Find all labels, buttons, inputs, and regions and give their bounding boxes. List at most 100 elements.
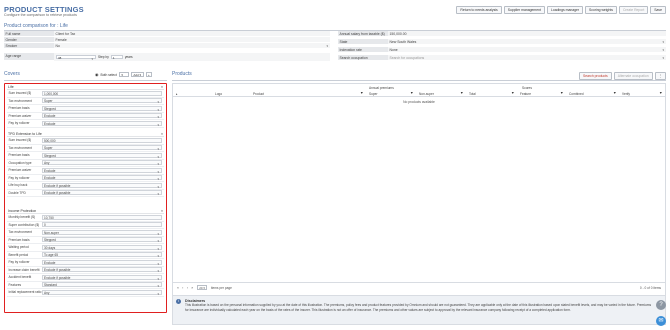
cover-row: Monthly benefit ($) 10,750 xyxy=(7,214,164,222)
cover-row: Double TPD Exclude if possible ▾ xyxy=(7,190,164,197)
filter-icon[interactable]: ▼ xyxy=(360,91,364,95)
chevron-down-icon: ▾ xyxy=(157,184,159,189)
double-tpd-select[interactable]: Exclude if possible ▾ xyxy=(42,190,162,197)
close-icon[interactable]: × xyxy=(161,132,163,136)
sum-insured-input[interactable]: 500,000 xyxy=(42,137,162,143)
features-select[interactable]: Standard ▾ xyxy=(42,282,162,288)
first-page-icon[interactable]: « xyxy=(177,286,179,290)
items-per-page-label: items per page xyxy=(210,285,232,290)
age-from-input[interactable]: 38 ▾ xyxy=(56,54,96,61)
indexation-select[interactable]: None ▾ xyxy=(388,47,666,53)
app-window: PRODUCT SETTINGS Configure the compariso… xyxy=(0,0,670,330)
pay-by-rollover-select[interactable]: Exclude ▾ xyxy=(42,120,162,127)
supplier-management-button[interactable]: Supplier management xyxy=(503,6,545,15)
last-page-icon[interactable]: » xyxy=(191,286,193,290)
page-size-select[interactable]: 20 ▾ xyxy=(196,285,208,290)
cover-row: Premium basis Stepped ▾ xyxy=(7,237,164,244)
chevron-down-icon: ▾ xyxy=(157,192,159,197)
select-value: Exclude xyxy=(44,176,56,181)
replacement-ratio-select[interactable]: Any ▾ xyxy=(42,289,162,296)
filter-icon[interactable]: ▼ xyxy=(460,91,464,95)
column-product[interactable]: Product xyxy=(253,92,264,96)
premium-waiver-select[interactable]: Exclude ▾ xyxy=(42,113,162,119)
cover-row-label: Premium basis xyxy=(8,153,30,158)
occupation-type-select[interactable]: Any ▾ xyxy=(42,160,162,166)
monthly-benefit-input[interactable]: 10,750 xyxy=(42,214,162,220)
search-occupation-input[interactable]: Search for occupations ▾ xyxy=(388,55,666,61)
benefit-period-select[interactable]: To age 65 ▾ xyxy=(42,252,162,258)
accident-benefit-select[interactable]: Exclude if possible ▾ xyxy=(42,274,162,281)
create-report-button[interactable]: Create Report xyxy=(618,6,649,15)
cover-row-label: Waiting period xyxy=(8,245,29,250)
loadings-manager-button[interactable]: Loadings manager xyxy=(546,6,584,15)
column-combined[interactable]: Combined xyxy=(569,92,584,96)
step-value: 1 xyxy=(112,55,115,60)
step-label: Step by xyxy=(98,55,109,59)
filter-icon[interactable]: ▼ xyxy=(659,91,663,95)
next-page-icon[interactable]: › xyxy=(187,286,188,290)
save-button[interactable]: Save xyxy=(650,6,666,15)
premium-waiver-select[interactable]: Exclude ▾ xyxy=(42,167,162,174)
filter-icon[interactable]: ▼ xyxy=(560,91,564,95)
field-label: Age range xyxy=(4,53,54,61)
column-logo[interactable]: Logo xyxy=(215,92,222,96)
cover-row-label: Monthly benefit ($) xyxy=(8,215,35,220)
previous-page-icon[interactable]: ‹ xyxy=(182,286,183,290)
cover-row-label: Premium waiver xyxy=(8,113,32,118)
field-label: Search occupation xyxy=(338,55,388,61)
cover-group-income-protection: Income Protection × Monthly benefit ($) 10… xyxy=(7,209,164,297)
field-label: Annual salary from taxable ($) xyxy=(338,31,388,37)
scoring-weights-button[interactable]: Scoring weights xyxy=(585,6,617,15)
cover-row-label: Sum insured ($) xyxy=(8,91,32,96)
tax-environment-select[interactable]: Super ▾ xyxy=(42,145,162,151)
products-table: Annual premiums Scores ▸ Logo Product ▼ … xyxy=(172,83,666,313)
annual-salary-field[interactable]: 150,000.00 xyxy=(388,31,666,37)
column-feature[interactable]: Feature xyxy=(520,92,531,96)
column-non-super[interactable]: Non-super xyxy=(419,92,434,96)
filter-icon[interactable]: ▼ xyxy=(613,91,617,95)
pay-by-rollover-select[interactable]: Exclude ▾ xyxy=(42,175,162,181)
life-buy-back-select[interactable]: Exclude if possible ▾ xyxy=(42,182,162,189)
filter-icon[interactable]: ▼ xyxy=(410,91,414,95)
tax-environment-select[interactable]: Non-super ▾ xyxy=(42,229,162,236)
increase-claim-benefit-select[interactable]: Exclude if possible ▾ xyxy=(42,267,162,273)
close-icon[interactable]: × xyxy=(161,85,163,89)
tax-environment-select[interactable]: Super ▾ xyxy=(42,98,162,104)
cover-select[interactable]: ▾ xyxy=(118,72,129,77)
state-row: State New South Wales ▾ xyxy=(338,39,666,45)
close-icon[interactable]: × xyxy=(161,209,163,213)
premium-basis-select[interactable]: Stepped ▾ xyxy=(42,105,162,112)
sum-insured-input[interactable]: 1,000,000 xyxy=(42,90,162,96)
add-cover-icon-button[interactable]: + xyxy=(145,72,153,77)
chat-icon[interactable]: ✉ xyxy=(656,316,666,326)
cover-row-label: Tax environment xyxy=(8,98,32,103)
field-label: Smoker xyxy=(4,43,54,49)
smoker-value: No xyxy=(55,44,60,49)
chevron-down-icon: ▾ xyxy=(326,44,328,48)
state-select[interactable]: New South Wales ▾ xyxy=(388,39,666,45)
pay-by-rollover-select[interactable]: Exclude ▾ xyxy=(42,259,162,266)
step-input[interactable]: 1 xyxy=(110,54,123,60)
cover-group-tpd: TPD Extension to Life × Sum insured ($) 50… xyxy=(7,132,164,197)
super-contribution-input[interactable]: 0 xyxy=(42,222,162,228)
radio-icon[interactable]: ◉ xyxy=(95,72,99,77)
return-to-needs-analysis-button[interactable]: Return to needs analysis xyxy=(456,6,502,15)
column-total[interactable]: Total xyxy=(469,92,476,96)
chevron-down-icon: ▾ xyxy=(662,56,664,60)
chevron-down-icon: ▾ xyxy=(662,40,664,44)
column-verify[interactable]: Verify xyxy=(622,92,630,96)
select-value: Exclude if possible xyxy=(44,268,71,273)
smoker-select[interactable]: No ▾ xyxy=(54,43,330,49)
premium-basis-select[interactable]: Stepped ▾ xyxy=(42,152,162,159)
column-super[interactable]: Super xyxy=(369,92,378,96)
filter-icon[interactable]: ▼ xyxy=(511,91,515,95)
info-icon: i xyxy=(176,299,181,304)
premium-basis-select[interactable]: Stepped ▾ xyxy=(42,237,162,244)
help-icon[interactable]: ? xyxy=(656,300,666,310)
chevron-down-icon: ▾ xyxy=(157,239,159,244)
select-value: Any xyxy=(44,290,50,295)
add-cover-button[interactable]: Add ▾ xyxy=(130,72,144,77)
scores-header: Scores xyxy=(522,85,532,90)
waiting-period-select[interactable]: 30 days ▾ xyxy=(42,244,162,251)
expand-all-icon[interactable]: ▸ xyxy=(176,92,178,96)
